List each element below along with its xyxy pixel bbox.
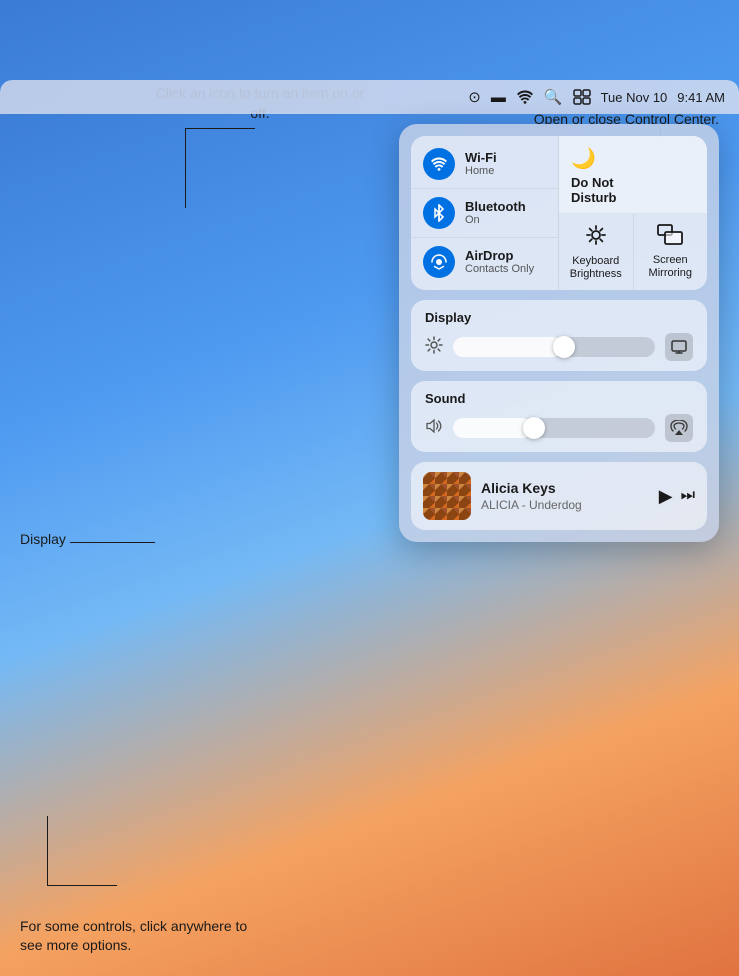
screen-mirroring-icon (657, 224, 683, 250)
connectivity-left: Wi-Fi Home (411, 136, 559, 290)
volume-fill (453, 418, 534, 438)
airdrop-subtitle: Contacts Only (465, 263, 534, 276)
sound-slider-row (425, 414, 693, 442)
menu-bar-right: ⊙ ▬ 🔍 (468, 88, 725, 106)
volume-thumb[interactable] (523, 417, 545, 439)
annotation-bottom: For some controls, click anywhere to see… (20, 917, 250, 956)
annotation-line-4h (47, 885, 117, 886)
battery-menu-icon[interactable]: ▬ (491, 89, 506, 106)
annotation-display: Display (20, 530, 66, 550)
screen-frame: ⊙ ▬ 🔍 (0, 80, 739, 976)
annotation-line-1 (185, 128, 186, 208)
connectivity-right: 🌙 Do NotDisturb (559, 136, 707, 290)
keyboard-brightness-label: KeyboardBrightness (570, 255, 622, 281)
airplay-icon[interactable] (665, 414, 693, 442)
album-art (423, 472, 471, 520)
skip-button[interactable]: ⏭ (681, 487, 695, 505)
brightness-low-icon (425, 336, 443, 359)
album-art-image (423, 472, 471, 520)
wifi-icon (423, 148, 455, 180)
control-center-panel: Wi-Fi Home (399, 124, 719, 542)
menu-bar: ⊙ ▬ 🔍 (0, 80, 739, 114)
now-playing-menu-icon[interactable]: ⊙ (468, 88, 481, 106)
sound-title: Sound (425, 391, 693, 406)
airdrop-icon (423, 246, 455, 278)
brightness-fill (453, 337, 564, 357)
now-playing-track: Alicia Keys (481, 480, 649, 496)
brightness-thumb[interactable] (553, 336, 575, 358)
screen-mirroring-label: ScreenMirroring (649, 254, 692, 280)
display-title: Display (425, 310, 693, 325)
annotation-line-3 (70, 542, 155, 543)
wifi-text: Wi-Fi Home (465, 150, 497, 179)
now-playing-info: Alicia Keys ALICIA - Underdog (481, 480, 649, 512)
bluetooth-toggle[interactable]: Bluetooth On (411, 189, 558, 238)
display-slider-row (425, 333, 693, 361)
display-icon[interactable] (665, 333, 693, 361)
display-section: Display (411, 300, 707, 371)
bluetooth-subtitle: On (465, 214, 526, 227)
dnd-moon-icon: 🌙 (571, 146, 596, 171)
connectivity-section: Wi-Fi Home (411, 136, 707, 290)
airdrop-toggle[interactable]: AirDrop Contacts Only (411, 238, 558, 286)
now-playing-section[interactable]: Alicia Keys ALICIA - Underdog ▶ ⏭ (411, 462, 707, 530)
brightness-slider[interactable] (453, 337, 655, 357)
wifi-title: Wi-Fi (465, 150, 497, 166)
annotation-line-4 (47, 816, 48, 886)
wifi-toggle[interactable]: Wi-Fi Home (411, 140, 558, 189)
search-menu-icon[interactable]: 🔍 (544, 88, 563, 106)
volume-low-icon (425, 418, 443, 439)
now-playing-controls: ▶ ⏭ (659, 486, 695, 507)
airdrop-title: AirDrop (465, 248, 534, 264)
menu-bar-time: 9:41 AM (677, 90, 725, 105)
sound-section: Sound (411, 381, 707, 452)
bluetooth-icon (423, 197, 455, 229)
wifi-subtitle: Home (465, 165, 497, 178)
bluetooth-title: Bluetooth (465, 199, 526, 215)
volume-slider[interactable] (453, 418, 655, 438)
keyboard-brightness-icon (584, 223, 608, 251)
play-button[interactable]: ▶ (659, 486, 673, 507)
airdrop-text: AirDrop Contacts Only (465, 248, 534, 277)
do-not-disturb-toggle[interactable]: 🌙 Do NotDisturb (559, 136, 707, 214)
now-playing-subtitle: ALICIA - Underdog (481, 498, 649, 512)
screen-mirroring-button[interactable]: ScreenMirroring (634, 214, 708, 290)
annotation-line-1h (185, 128, 255, 129)
menu-bar-date: Tue Nov 10 (601, 90, 668, 105)
small-buttons-row: KeyboardBrightness ScreenMirroring (559, 214, 707, 290)
bluetooth-text: Bluetooth On (465, 199, 526, 228)
keyboard-brightness-button[interactable]: KeyboardBrightness (559, 214, 634, 290)
wifi-menu-icon[interactable] (516, 90, 534, 104)
dnd-title: Do NotDisturb (571, 175, 617, 205)
control-center-menu-icon[interactable] (573, 89, 591, 105)
